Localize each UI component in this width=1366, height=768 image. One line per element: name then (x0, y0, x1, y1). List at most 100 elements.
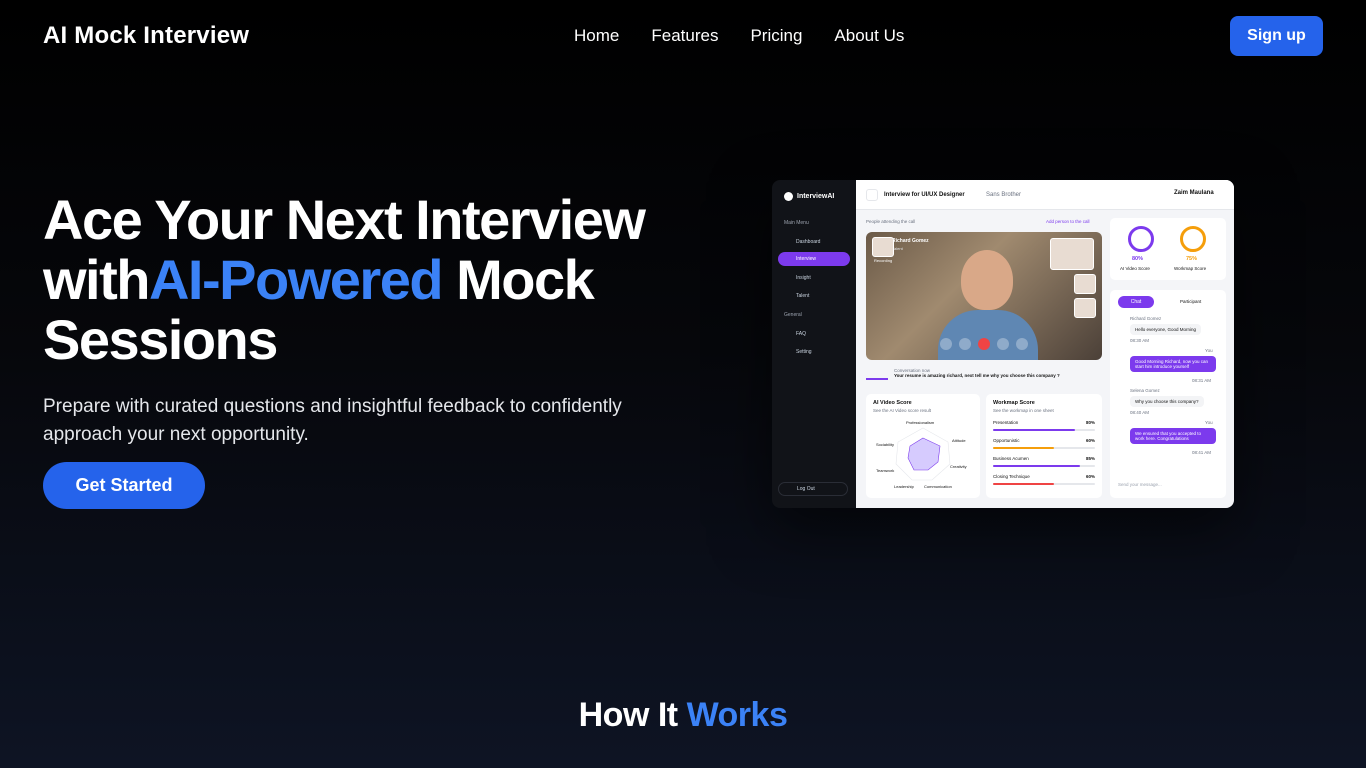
site-logo[interactable]: AI Mock Interview (43, 22, 249, 50)
participant-thumbnail-1 (1050, 238, 1094, 270)
workmap-item-label: Closing Technique (993, 474, 1030, 479)
preview-header-sub: Sans Brother (986, 192, 1022, 198)
participant-tab: Participant (1180, 299, 1202, 304)
nav-link-pricing[interactable]: Pricing (750, 26, 802, 46)
participant-thumbnail-3 (1074, 298, 1096, 318)
ai-score-label: AI Video Score (1120, 266, 1150, 271)
radar-label-communication: Communication (924, 484, 952, 489)
ai-score-sub: See the AI Video score result (873, 408, 931, 413)
video-person-body (938, 310, 1038, 360)
recording-label: Recording (874, 258, 893, 263)
how-heading-part1: How It (578, 696, 687, 734)
hero-title-line1: Ace Your Next Interview (43, 188, 646, 251)
hero-title-with: with (43, 248, 150, 311)
workmap-item-value: 80% (1085, 420, 1095, 425)
chat-msg2-time: 08:31 AM (1192, 378, 1212, 383)
workmap-score-value: 75% (1186, 256, 1198, 262)
signup-button[interactable]: Sign up (1230, 16, 1323, 56)
ai-score-value: 80% (1132, 256, 1144, 262)
nav-link-about-us[interactable]: About Us (834, 26, 904, 46)
workmap-item-label: Business Acumen (993, 456, 1029, 461)
workmap-item: Opportunistic 60% (993, 438, 1095, 456)
nav-link-home[interactable]: Home (574, 26, 619, 46)
chat-panel: Chat Participant Richard Gomez Hello eve… (1110, 290, 1226, 498)
waveform-icon (866, 368, 888, 380)
more-icon (1016, 338, 1028, 350)
back-icon (866, 189, 878, 201)
hero-title: Ace Your Next Interview withAI-Powered M… (43, 190, 703, 370)
call-controls (940, 338, 1028, 350)
brand-icon (784, 192, 793, 201)
workmap-item-label: Opportunistic (993, 438, 1020, 443)
chat-msg1-time: 08:30 AM (1130, 338, 1150, 343)
preview-section-main: Main Menu (784, 220, 809, 226)
preview-menu-setting: Setting (796, 349, 812, 355)
preview-main: Interview for UI/UX Designer Sans Brothe… (856, 180, 1234, 508)
preview-video-call: Richard Gomez Talent Recording (866, 232, 1102, 360)
ai-video-score-card: AI Video Score See the AI Video score re… (866, 394, 980, 498)
caller-avatar (872, 237, 894, 257)
score-summary-card: 80% AI Video Score 75% Workmap Score (1110, 218, 1226, 280)
how-it-works-heading: How It Works (0, 696, 1366, 735)
chat-input: Send your message... (1118, 482, 1162, 487)
participant-thumbnail-2 (1074, 274, 1096, 294)
workmap-item-bar (993, 483, 1095, 485)
preview-brand: InterviewAI (784, 192, 834, 201)
workmap-item-bar (993, 465, 1095, 467)
preview-menu-insight: Insight (796, 275, 811, 281)
preview-brand-name: InterviewAI (797, 193, 835, 200)
preview-sidebar: InterviewAI Main Menu Dashboard Intervie… (772, 180, 856, 508)
workmap-item: Closing Technique 60% (993, 474, 1095, 492)
chat-msg1-text: Hello everyone, Good Morning (1130, 324, 1202, 335)
video-person-face (961, 250, 1013, 310)
conversation-text: Your resume is amazing richard, next tel… (894, 373, 1060, 378)
radar-label-sociability: Sociability (876, 442, 895, 447)
chat-msg3-text: Why you choose this company? (1130, 396, 1204, 407)
workmap-item-value: 60% (1085, 474, 1095, 479)
radar-label-leadership: Leadership (894, 484, 914, 489)
hero-title-highlight: AI-Powered (148, 248, 444, 311)
preview-header: Interview for UI/UX Designer Sans Brothe… (856, 180, 1234, 210)
radar-label-teamwork: Teamwork (876, 468, 895, 473)
workmap-item: Business Acumen 85% (993, 456, 1095, 474)
preview-menu-talent: Talent (796, 293, 810, 299)
ai-score-ring (1128, 226, 1154, 252)
preview-conversation: Conversation now Your resume is amazing … (866, 368, 1102, 380)
nav-link-features[interactable]: Features (651, 26, 718, 46)
camera-icon (959, 338, 971, 350)
chat-msg2-name: You (1205, 348, 1213, 353)
workmap-item-bar (993, 447, 1095, 449)
workmap-score-label: Workmap Score (1174, 266, 1207, 271)
workmap-item: Presentation 80% (993, 420, 1095, 438)
workmap-list: Presentation 80% Opportunistic 60% Business … (993, 420, 1095, 492)
preview-logout: Log Out (778, 482, 848, 496)
radar-label-creativity: Creativity (950, 464, 967, 469)
preview-menu-interview: Interview (778, 252, 850, 266)
main-menu: Home Features Pricing About Us (574, 26, 904, 46)
workmap-score-card: Workmap Score See the workmap in one she… (986, 394, 1102, 498)
radar-label-professionalism: Professionalism (906, 420, 935, 425)
preview-header-title: Interview for UI/UX Designer (884, 192, 965, 198)
workmap-item-value: 85% (1085, 456, 1095, 461)
chat-tab: Chat (1118, 296, 1154, 308)
app-preview-image: InterviewAI Main Menu Dashboard Intervie… (772, 180, 1234, 508)
workmap-score-ring (1180, 226, 1206, 252)
chat-msg3-time: 08:40 AM (1130, 410, 1150, 415)
chat-msg1-name: Richard Gomez (1130, 316, 1162, 321)
chat-msg2-text: Good Morning Richard, now you can start … (1130, 356, 1216, 372)
hero-subtitle: Prepare with curated questions and insig… (43, 396, 622, 445)
chat-msg4-text: We ensured that you accepted to work her… (1130, 428, 1216, 444)
caller-name: Richard Gomez (892, 238, 929, 244)
top-navbar: AI Mock Interview Home Features Pricing … (0, 0, 1366, 72)
preview-section-general: General (784, 312, 802, 318)
preview-user: Zaim Maulana (1174, 190, 1214, 196)
radar-chart (895, 427, 951, 481)
workmap-title: Workmap Score (993, 400, 1035, 406)
chat-msg3-name: Selena Gomez (1130, 388, 1160, 393)
mic-icon (940, 338, 952, 350)
preview-attending: People attending the call (866, 219, 916, 224)
radar-label-attitude: Attitude (952, 438, 966, 443)
workmap-item-bar (993, 429, 1095, 431)
share-icon (997, 338, 1009, 350)
get-started-button[interactable]: Get Started (43, 462, 205, 509)
